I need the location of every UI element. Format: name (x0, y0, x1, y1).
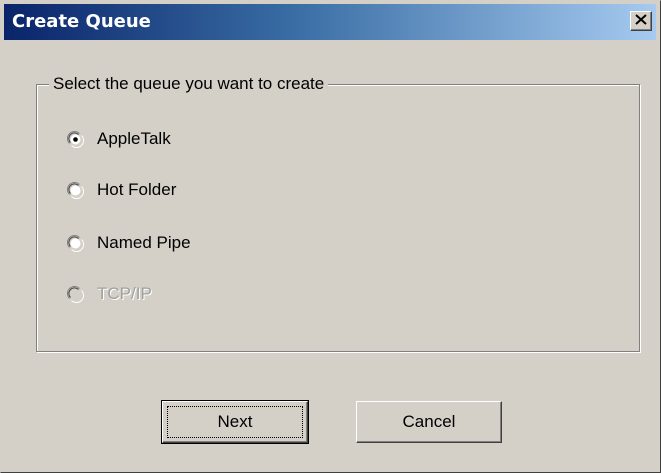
next-button-label: Next (217, 412, 253, 431)
radio-label-tcp-ip: TCP/IP (97, 284, 152, 303)
title-bar[interactable]: Create Queue (4, 4, 656, 40)
create-queue-dialog: Create Queue Select the queue you want t… (0, 0, 661, 473)
radio-label-hot-folder: Hot Folder (97, 180, 177, 199)
dialog-title: Create Queue (12, 11, 151, 32)
radio-hot-folder[interactable]: Hot Folder (67, 177, 176, 203)
close-button[interactable] (630, 11, 652, 31)
radio-tcp-ip: TCP/IP (67, 281, 152, 307)
radio-named-pipe[interactable]: Named Pipe (67, 230, 191, 256)
cancel-button-label: Cancel (402, 412, 456, 431)
radio-button-icon[interactable] (67, 130, 84, 148)
cancel-button[interactable]: Cancel (356, 401, 502, 443)
close-icon (635, 12, 647, 30)
radio-button-icon (67, 285, 84, 303)
radio-label-named-pipe: Named Pipe (97, 233, 191, 252)
radio-button-icon[interactable] (67, 181, 84, 199)
group-legend: Select the queue you want to create (49, 73, 329, 95)
next-button[interactable]: Next (161, 400, 309, 444)
radio-button-icon[interactable] (67, 234, 84, 252)
queue-type-group: Select the queue you want to create Appl… (36, 73, 640, 352)
radio-appletalk[interactable]: AppleTalk (67, 126, 171, 152)
radio-label-appletalk: AppleTalk (97, 129, 171, 148)
